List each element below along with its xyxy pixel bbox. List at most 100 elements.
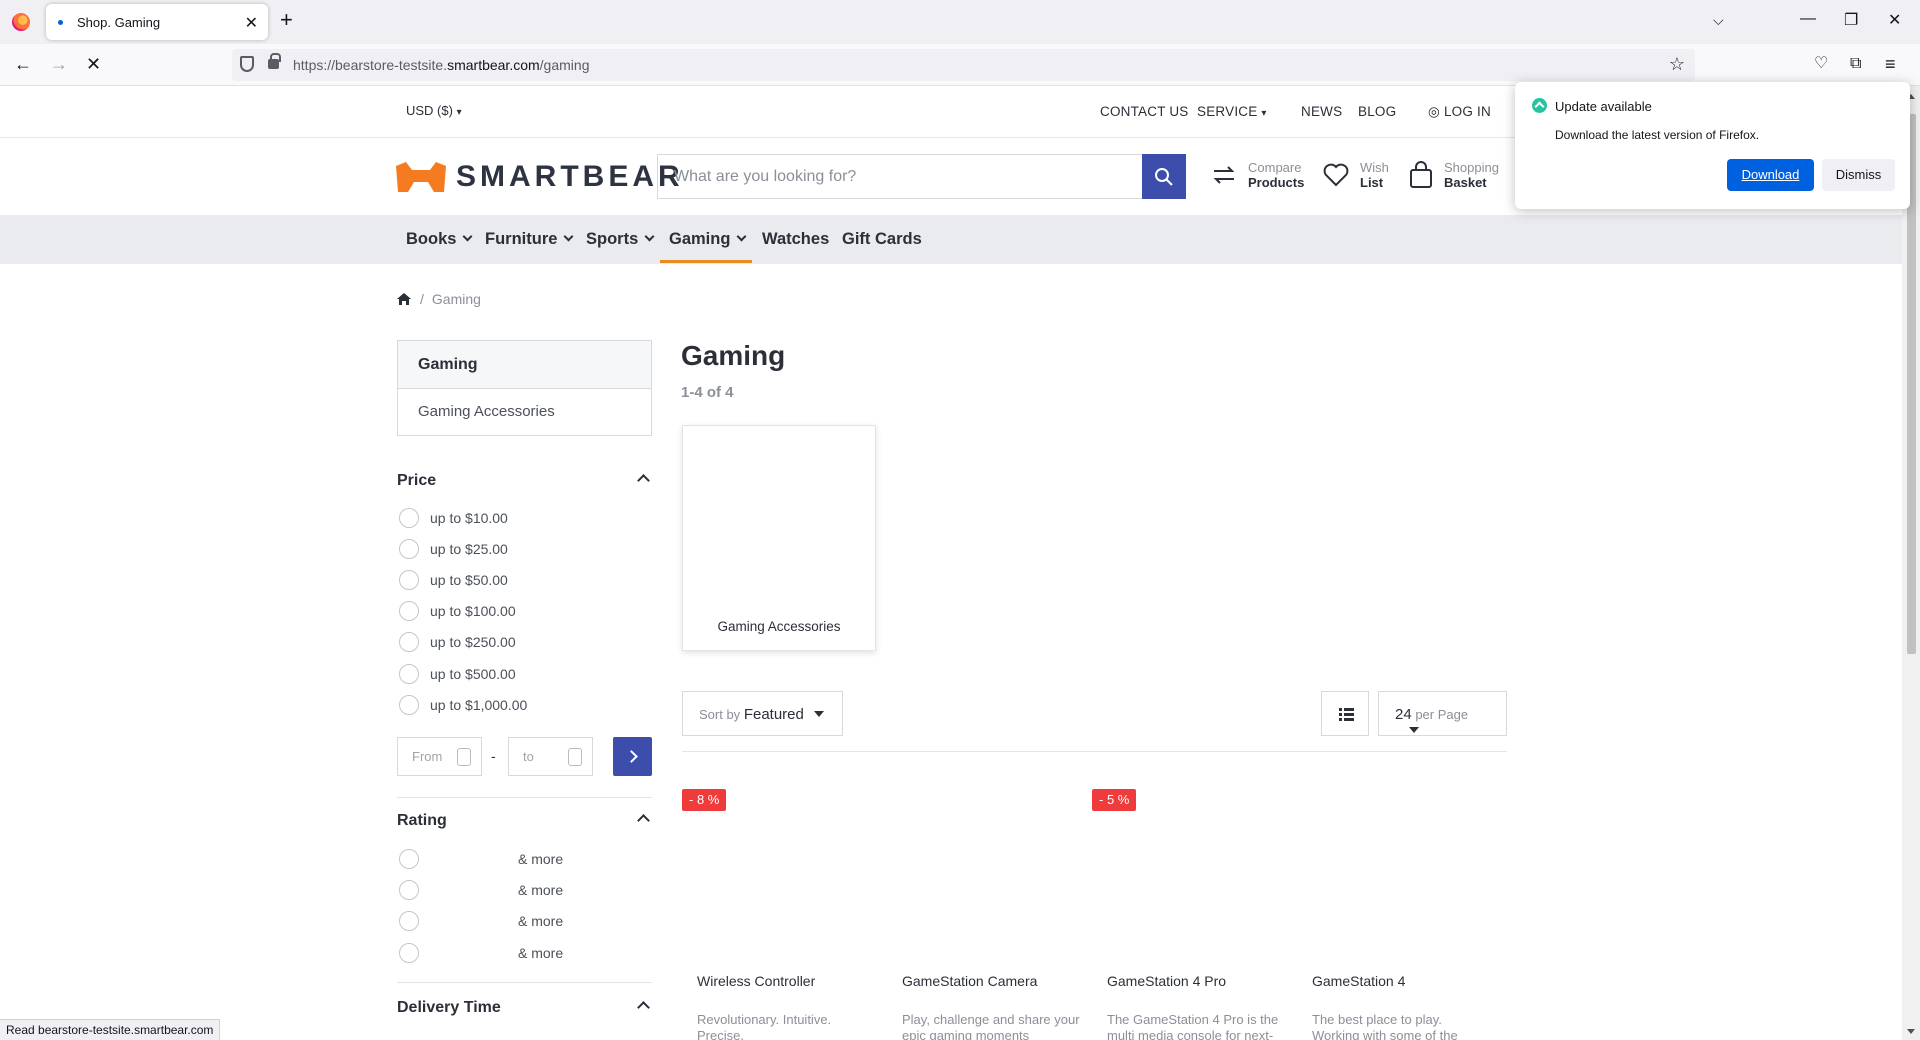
menu-gaming[interactable]: Gaming [669,230,747,249]
close-window-button[interactable]: ✕ [1888,10,1901,30]
product-name[interactable]: Wireless Controller [697,973,815,989]
firefox-update-popup: Update available Download the latest ver… [1515,82,1910,209]
spinner-icon[interactable] [457,748,471,766]
radio-button[interactable] [399,849,419,869]
price-from-input[interactable]: From [397,737,482,776]
news-link[interactable]: NEWS [1301,104,1342,119]
category-navigation: Gaming Gaming Accessories [397,340,652,436]
extensions-icon[interactable]: ⧉ [1850,54,1861,74]
browser-navbar: ← → ✕ https://bearstore-testsite.smartbe… [0,44,1920,86]
minimize-button[interactable]: — [1800,10,1816,28]
login-link[interactable]: ◎ LOG IN [1428,104,1491,120]
subcategory-card[interactable]: Gaming Accessories [682,425,876,651]
per-page-dropdown[interactable]: 24 per Page [1378,691,1507,736]
back-icon[interactable]: ← [14,54,32,74]
contact-us-link[interactable]: CONTACT US [1100,104,1189,119]
compare-icon [1213,166,1235,184]
price-option[interactable]: up to $500.00 [399,664,516,684]
bookmark-star-icon[interactable]: ☆ [1669,54,1685,75]
logo-text: SMARTBEAR [456,160,684,193]
radio-button[interactable] [399,911,419,931]
currency-selector[interactable]: USD ($) ▾ [406,103,462,118]
radio-button[interactable] [399,601,419,621]
search-button[interactable] [1142,154,1186,199]
price-to-input[interactable]: to [508,737,593,776]
menu-furniture[interactable]: Furniture [485,230,574,249]
main-menu: Books Furniture Sports Gaming Watches Gi… [0,215,1902,264]
filter-divider [397,797,652,798]
radio-button[interactable] [399,539,419,559]
rating-option[interactable]: & more [399,880,563,900]
list-view-button[interactable] [1321,691,1369,736]
update-arrow-icon [1532,98,1547,113]
tab-title: Shop. Gaming [77,14,161,30]
radio-button[interactable] [399,508,419,528]
menu-books[interactable]: Books [406,230,473,249]
blog-link[interactable]: BLOG [1358,104,1396,119]
rating-filter-header[interactable]: Rating [397,812,652,830]
browser-tab-strip: Shop. Gaming ✕ + ⌵ — ❐ ✕ [0,0,1920,44]
download-button[interactable]: Download [1727,159,1814,191]
product-description: The best place to play. Working with som… [1312,1012,1458,1040]
radio-button[interactable] [399,695,419,715]
product-description: Play, challenge and share your epic gami… [902,1012,1080,1040]
product-name[interactable]: GameStation Camera [902,973,1037,989]
pocket-icon[interactable]: ♡ [1814,54,1828,74]
app-menu-icon[interactable]: ≡ [1885,54,1896,74]
menu-gift-cards[interactable]: Gift Cards [842,230,922,249]
delivery-filter-header[interactable]: Delivery Time [397,999,652,1017]
url-bar[interactable]: https://bearstore-testsite.smartbear.com… [232,49,1695,81]
product-name[interactable]: GameStation 4 Pro [1107,973,1226,989]
radio-button[interactable] [399,632,419,652]
smartbear-logo[interactable]: SMARTBEAR [394,158,684,196]
stop-loading-icon[interactable]: ✕ [86,54,101,74]
chevron-down-icon [563,231,574,242]
basket-icon [1410,161,1432,188]
price-option[interactable]: up to $100.00 [399,601,516,621]
category-gaming-accessories[interactable]: Gaming Accessories [398,389,651,434]
compare-products-link[interactable]: Compare Products [1210,160,1304,190]
page-scrollbar[interactable] [1902,86,1920,1040]
rating-option[interactable]: & more [399,943,563,963]
dismiss-button[interactable]: Dismiss [1822,159,1895,191]
scroll-down-icon[interactable] [1907,1029,1915,1034]
list-tabs-chevron-icon[interactable]: ⌵ [1713,12,1724,29]
radio-button[interactable] [399,943,419,963]
search-input[interactable]: What are you looking for? [657,154,1143,199]
sort-dropdown[interactable]: Sort by Featured [682,691,843,736]
rating-option[interactable]: & more [399,849,563,869]
browser-tab-active[interactable]: Shop. Gaming ✕ [46,4,268,40]
price-option[interactable]: up to $50.00 [399,570,508,590]
caret-down-icon [813,711,824,717]
service-menu[interactable]: SERVICE ▾ [1197,104,1267,119]
restore-button[interactable]: ❐ [1844,10,1858,30]
forward-icon[interactable]: → [50,54,68,74]
firefox-icon [12,13,30,31]
category-current[interactable]: Gaming [398,341,651,389]
menu-watches[interactable]: Watches [762,230,829,249]
price-option[interactable]: up to $250.00 [399,632,516,652]
new-tab-button[interactable]: + [280,9,293,31]
filter-divider [397,982,652,983]
apply-price-range-button[interactable] [613,737,652,776]
radio-button[interactable] [399,570,419,590]
close-tab-icon[interactable]: ✕ [245,13,258,33]
spinner-icon[interactable] [568,748,582,766]
home-icon[interactable] [396,292,412,306]
price-filter-header[interactable]: Price [397,472,652,490]
url-text[interactable]: https://bearstore-testsite.smartbear.com… [293,57,589,73]
menu-sports[interactable]: Sports [586,230,655,249]
lock-icon[interactable] [268,53,281,69]
product-description: The GameStation 4 Pro is the multi media… [1107,1012,1279,1040]
tracking-shield-icon[interactable] [240,56,254,72]
radio-button[interactable] [399,880,419,900]
product-name[interactable]: GameStation 4 [1312,973,1405,989]
price-option[interactable]: up to $25.00 [399,539,508,559]
price-option[interactable]: up to $10.00 [399,508,508,528]
rating-option[interactable]: & more [399,911,563,931]
wish-list-link[interactable]: Wish List [1322,160,1389,190]
search-icon [1155,167,1173,186]
shopping-basket-link[interactable]: Shopping Basket [1408,160,1499,190]
price-option[interactable]: up to $1,000.00 [399,695,527,715]
radio-button[interactable] [399,664,419,684]
